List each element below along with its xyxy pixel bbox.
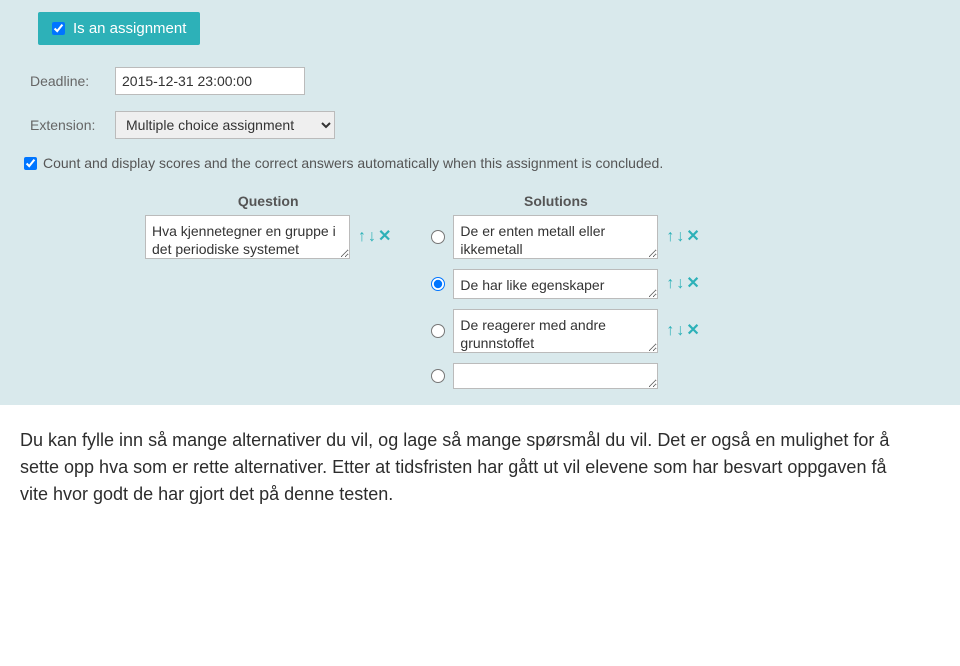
deadline-label: Deadline: — [30, 73, 115, 89]
question-column: Question Hva kjennetegner en gruppe i de… — [145, 193, 391, 399]
solution-radio-0[interactable] — [431, 230, 445, 244]
solution-textarea-0[interactable]: De er enten metall eller ikkemetall — [453, 215, 658, 259]
solution-radio-3[interactable] — [431, 369, 445, 383]
question-header: Question — [145, 193, 391, 209]
solution-row-1: De har like egenskaper ↑ ↓ ✕ — [431, 269, 699, 299]
solution-controls-0: ↑ ↓ ✕ — [666, 229, 699, 245]
solution-controls-1: ↑ ↓ ✕ — [666, 276, 699, 292]
move-up-icon[interactable]: ↑ — [358, 229, 366, 245]
remove-icon[interactable]: ✕ — [686, 229, 699, 245]
solution-row-2: De reagerer med andre grunnstoffet ↑ ↓ ✕ — [431, 309, 699, 353]
solution-textarea-3[interactable] — [453, 363, 658, 389]
assignment-form-panel: Is an assignment Deadline: Extension: Mu… — [0, 0, 960, 405]
is-assignment-label: Is an assignment — [73, 20, 186, 37]
description-paragraph: Du kan fylle inn så mange alternativer d… — [0, 405, 910, 508]
solution-radio-1[interactable] — [431, 277, 445, 291]
deadline-row: Deadline: — [30, 67, 930, 95]
solution-row-0: De er enten metall eller ikkemetall ↑ ↓ … — [431, 215, 699, 259]
extension-row: Extension: Multiple choice assignment — [30, 111, 930, 139]
autoscore-row: Count and display scores and the correct… — [24, 155, 930, 171]
is-assignment-checkbox[interactable] — [52, 22, 65, 35]
move-down-icon[interactable]: ↓ — [676, 276, 684, 292]
question-wrap: Hva kjennetegner en gruppe i det periodi… — [145, 215, 391, 259]
solutions-column: Solutions De er enten metall eller ikkem… — [431, 193, 699, 399]
autoscore-label: Count and display scores and the correct… — [43, 155, 663, 171]
deadline-input[interactable] — [115, 67, 305, 95]
question-textarea[interactable]: Hva kjennetegner en gruppe i det periodi… — [145, 215, 350, 259]
autoscore-checkbox[interactable] — [24, 157, 37, 170]
remove-icon[interactable]: ✕ — [686, 323, 699, 339]
solution-controls-2: ↑ ↓ ✕ — [666, 323, 699, 339]
extension-label: Extension: — [30, 117, 115, 133]
solution-textarea-2[interactable]: De reagerer med andre grunnstoffet — [453, 309, 658, 353]
remove-icon[interactable]: ✕ — [686, 276, 699, 292]
move-down-icon[interactable]: ↓ — [676, 323, 684, 339]
question-controls: ↑ ↓ ✕ — [358, 229, 391, 245]
solutions-header: Solutions — [453, 193, 658, 209]
solution-radio-2[interactable] — [431, 324, 445, 338]
qa-grid: Question Hva kjennetegner en gruppe i de… — [145, 193, 930, 399]
move-down-icon[interactable]: ↓ — [368, 229, 376, 245]
extension-select[interactable]: Multiple choice assignment — [115, 111, 335, 139]
move-up-icon[interactable]: ↑ — [666, 323, 674, 339]
solution-row-3 — [431, 363, 699, 389]
solution-textarea-1[interactable]: De har like egenskaper — [453, 269, 658, 299]
move-down-icon[interactable]: ↓ — [676, 229, 684, 245]
is-assignment-badge[interactable]: Is an assignment — [38, 12, 200, 45]
move-up-icon[interactable]: ↑ — [666, 276, 674, 292]
remove-icon[interactable]: ✕ — [378, 229, 391, 245]
move-up-icon[interactable]: ↑ — [666, 229, 674, 245]
